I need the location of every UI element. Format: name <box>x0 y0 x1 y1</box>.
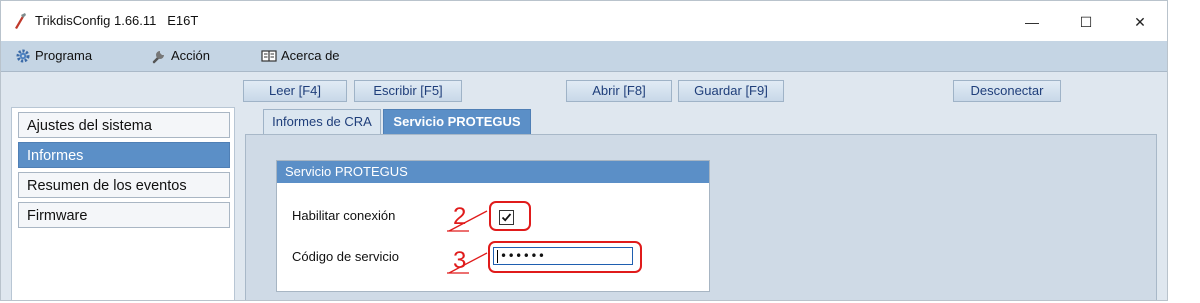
app-window: TrikdisConfig 1.66.11 E16T — ☐ ✕ Program… <box>0 0 1168 301</box>
close-button[interactable]: ✕ <box>1117 9 1163 35</box>
menu-programa[interactable]: Programa <box>15 47 105 65</box>
menu-acerca-de[interactable]: Acerca de <box>261 47 361 65</box>
menu-acerca-de-label: Acerca de <box>281 48 340 63</box>
open-button[interactable]: Abrir [F8] <box>566 80 672 102</box>
annotation-highlight-code <box>488 241 642 273</box>
save-button[interactable]: Guardar [F9] <box>678 80 784 102</box>
menu-programa-label: Programa <box>35 48 93 63</box>
menu-accion-label: Acción <box>171 48 211 63</box>
disconnect-button[interactable]: Desconectar <box>953 80 1061 102</box>
title-bar: TrikdisConfig 1.66.11 E16T — ☐ ✕ <box>1 1 1167 41</box>
protegus-group: Servicio PROTEGUS Habilitar conexión Cód… <box>276 160 710 292</box>
book-icon <box>261 50 277 62</box>
sidebar: Ajustes del sistema Informes Resumen de … <box>11 107 235 300</box>
app-logo-icon <box>15 13 26 29</box>
tab-informes-cra[interactable]: Informes de CRA <box>263 109 381 134</box>
wrench-icon <box>152 51 164 64</box>
maximize-button[interactable]: ☐ <box>1063 9 1109 35</box>
menu-accion[interactable]: Acción <box>151 47 231 65</box>
gear-icon <box>16 49 30 63</box>
menu-bar: Programa Acción Acerca de <box>1 41 1167 72</box>
window-title: TrikdisConfig 1.66.11 E16T <box>35 13 199 28</box>
tab-servicio-protegus[interactable]: Servicio PROTEGUS <box>383 109 531 134</box>
content-area: Leer [F4] Escribir [F5] Abrir [F8] Guard… <box>1 72 1167 300</box>
service-code-label: Código de servicio <box>292 249 399 264</box>
sidebar-item-informes[interactable]: Informes <box>18 142 230 168</box>
read-button[interactable]: Leer [F4] <box>243 80 347 102</box>
enable-connection-label: Habilitar conexión <box>292 208 396 223</box>
sidebar-item-firmware[interactable]: Firmware <box>18 202 230 228</box>
annotation-highlight-checkbox <box>489 201 531 231</box>
annotation-leader-line-2 <box>447 210 488 232</box>
sidebar-item-ajustes[interactable]: Ajustes del sistema <box>18 112 230 138</box>
write-button[interactable]: Escribir [F5] <box>354 80 462 102</box>
minimize-button[interactable]: — <box>1009 9 1055 35</box>
group-title: Servicio PROTEGUS <box>277 161 709 183</box>
sidebar-item-resumen[interactable]: Resumen de los eventos <box>18 172 230 198</box>
annotation-leader-line-3 <box>447 252 488 274</box>
